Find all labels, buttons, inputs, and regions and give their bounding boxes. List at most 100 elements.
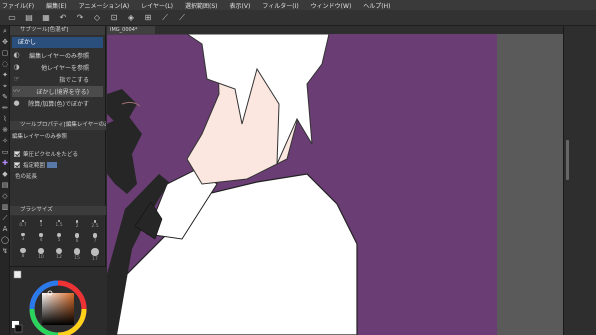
subtool-item-dark-blur[interactable]: ● 除算/加算(色)でぼかす [12,98,103,109]
menu-item[interactable]: ヘルプ(H) [363,1,390,10]
brush-size-dot [93,220,97,223]
right-panel [563,26,596,335]
balloon-tool-icon[interactable]: ◯ [0,235,10,246]
brush-size-value: 4 [39,237,43,243]
wand-tool-icon[interactable]: ✦ [0,70,10,81]
ruler2-icon[interactable]: ⟋ [177,13,187,23]
transform-icon[interactable]: ⊡ [109,13,119,23]
brush-size-dot [56,233,61,238]
menu-item[interactable]: アニメーション(A) [79,1,130,10]
move-tool-icon[interactable]: ✥ [0,37,10,48]
eraser-tool-icon[interactable]: ▭ [0,147,10,158]
brush-size-option[interactable]: 2.5 [87,220,103,230]
fill-tool-icon[interactable]: ◆ [0,169,10,180]
dark-blur-icon: ● [13,99,20,107]
layer-ref-icon: ◐ [13,51,20,59]
airbrush-tool-icon[interactable]: ※ [0,125,10,136]
decoration-tool-icon[interactable]: ✧ [0,136,10,147]
brush-size-option[interactable]: 12 [51,248,67,263]
brush-size-option[interactable]: 10 [33,248,49,263]
brush-size-option[interactable]: 7 [87,233,103,245]
range-checkbox[interactable] [14,161,20,168]
brush-size-option[interactable]: 1.5 [51,220,67,230]
brush-size-dot [20,248,26,254]
menu-bar: ファイル(F) 編集(E) アニメーション(A) レイヤー(L) 選択範囲(S) 表示(V… [0,0,596,10]
redo-icon[interactable]: ↷ [75,13,85,23]
eyedrop-tool-icon[interactable]: ⌖ [0,81,10,92]
brush-size-value: 0.7 [19,222,27,228]
subtool-item-layer-ref[interactable]: ◐ 編集レイヤーのみ参照 [12,50,103,61]
frame-tool-icon[interactable]: ▥ [0,202,10,213]
open-icon[interactable]: ▤ [24,13,34,23]
brush-size-dot [38,248,44,254]
lasso-tool-icon[interactable]: ◌ [0,59,10,70]
figure-tool-icon[interactable]: ◇ [0,191,10,202]
pen-tool-icon[interactable]: ✎ [0,92,10,103]
brush-size-option[interactable]: 15 [69,248,85,263]
snap-icon[interactable]: ⊞ [143,13,153,23]
subtool-item-other-layer[interactable]: ◑ 他レイヤーを参照 [12,62,103,73]
select-tool-icon[interactable]: ▢ [0,48,10,59]
undo-icon[interactable]: ↶ [58,13,68,23]
brush-stroke-icon: 〰 [13,87,20,95]
blend-tool-icon[interactable]: ✚ [0,158,10,169]
brush-size-option[interactable]: 4 [33,233,49,245]
zoom-tool-icon[interactable]: ⌕ [0,26,10,37]
brush-size-value: 5 [57,238,61,244]
save-icon[interactable]: ▦ [41,13,51,23]
subtool-item-blur-boundary[interactable]: 〰 ぼかし(境界を守る) [12,86,103,97]
brush-size-value: 15 [74,256,80,262]
brush-size-value: 2 [75,223,79,229]
option-extend-color: 色の延長 [12,170,104,181]
brush-size-option[interactable]: 17 [87,248,103,263]
brush-size-dot [75,220,79,223]
brush-size-option[interactable]: 6 [69,233,85,245]
fill-icon[interactable]: ◈ [126,13,136,23]
menu-item[interactable]: レイヤー(L) [141,1,173,10]
clear-icon[interactable]: ◇ [92,13,102,23]
range-swatch[interactable] [47,161,58,168]
brush-size-option[interactable]: 5 [51,233,67,245]
brush-size-dot [92,233,98,238]
brush-size-option[interactable]: 3 [15,233,31,245]
menu-item[interactable]: 編集(E) [46,1,66,10]
text-tool-icon[interactable]: A [0,224,10,235]
ruler-icon[interactable]: ⟋ [160,13,170,23]
subtool-item-finger[interactable]: ☞ 指でこする [12,74,103,85]
brush-size-dot [73,248,81,256]
document-tab[interactable]: IMG_0004* [107,26,155,34]
canvas-scrollbar[interactable] [566,140,569,180]
brush-size-value: 8 [21,254,25,260]
brush-size-option[interactable]: 2 [69,220,85,230]
tool-property-panel: ツールプロパティ[編集レイヤーのみ参照] 編集レイヤーのみ参照 筆圧ピクセルをた… [10,121,106,216]
option-range[interactable]: 指定範囲 [12,159,104,170]
subtool-group-tab[interactable]: ぼかし [12,37,103,48]
menu-item[interactable]: ウィンドウ(W) [311,1,352,10]
color-wheel[interactable] [10,267,106,335]
gradient-tool-icon[interactable]: ▤ [0,180,10,191]
new-file-icon[interactable]: ▭ [7,13,17,23]
tool-property-header: ツールプロパティ[編集レイヤーのみ参照] [10,121,106,130]
brush-size-dot [21,233,25,237]
brush-size-value: 1 [39,222,43,228]
brush-size-option[interactable]: 1 [33,220,49,230]
correct-line-tool-icon[interactable]: ↯ [0,246,10,257]
option-trace-pixels[interactable]: 筆圧ピクセルをたどる [12,148,104,159]
pencil-tool-icon[interactable]: ✏ [0,103,10,114]
brush-size-dot [22,220,24,222]
extend-color-label: 色の延長 [15,173,38,180]
menu-item[interactable]: フィルター(I) [262,1,298,10]
brush-tool-icon[interactable]: ⌇ [0,114,10,125]
menu-item[interactable]: 選択範囲(S) [185,1,218,10]
trace-pixels-checkbox[interactable] [14,150,20,157]
brush-size-value: 2.5 [91,223,99,229]
brush-size-value: 6 [75,238,79,244]
brush-size-option[interactable]: 0.7 [15,220,31,230]
brush-size-option[interactable]: 8 [15,248,31,263]
menu-item[interactable]: ファイル(F) [2,1,34,10]
other-layer-icon: ◑ [13,63,20,71]
ruler-tool-icon[interactable]: ⟋ [0,213,10,224]
menu-item[interactable]: 表示(V) [230,1,251,10]
canvas[interactable] [107,34,563,335]
